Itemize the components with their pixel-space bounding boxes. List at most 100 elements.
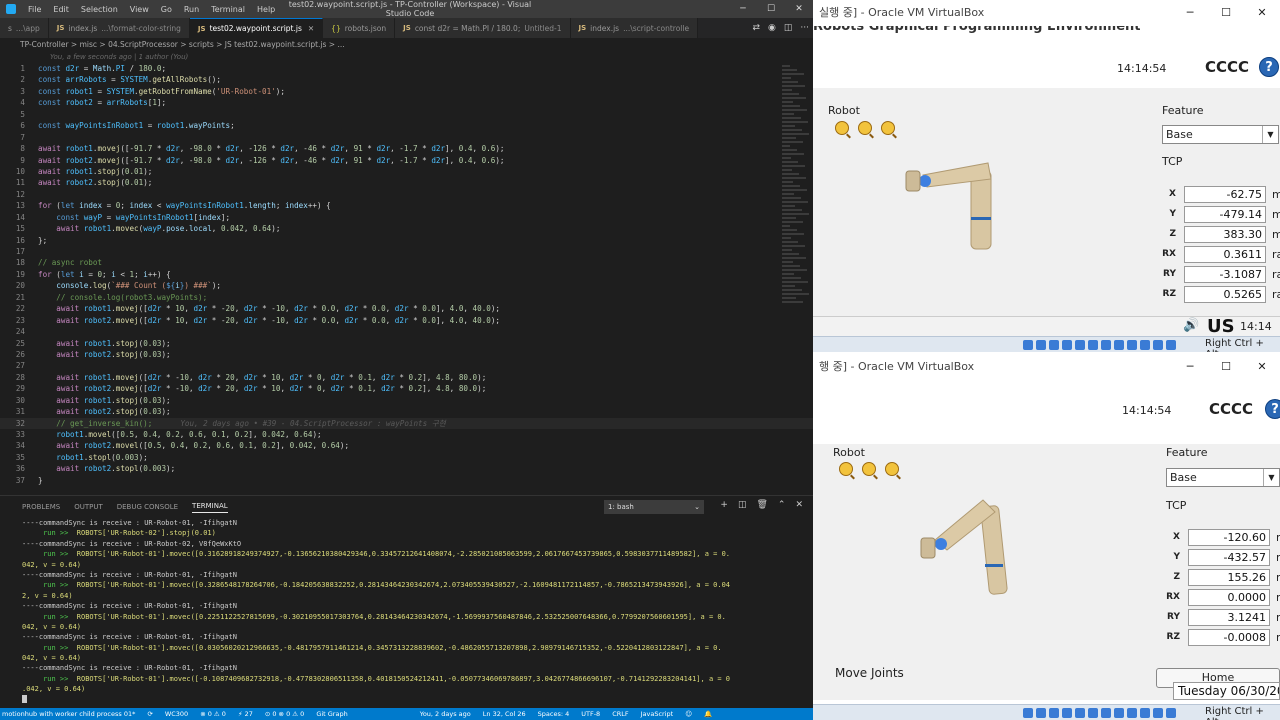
minimap-line	[782, 205, 795, 207]
minimap-line	[782, 253, 799, 255]
codelens-blame[interactable]: You, a few seconds ago | 1 author (You)	[0, 52, 813, 62]
split-terminal-icon[interactable]: ◫	[738, 500, 747, 510]
terminal-select[interactable]: 1: bash ⌄	[604, 500, 704, 514]
feature-select[interactable]: Base ▼	[1162, 125, 1279, 144]
minimize-icon[interactable]: ─	[1172, 0, 1208, 26]
tab-output[interactable]: OUTPUT	[74, 503, 103, 511]
status-item[interactable]: UTF-8	[581, 708, 600, 720]
menu-item-edit[interactable]: Edit	[47, 5, 75, 14]
keyboard-lang[interactable]: US	[1207, 316, 1235, 337]
menu-item-go[interactable]: Go	[155, 5, 178, 14]
maximize-panel-icon[interactable]: ⌃	[778, 500, 786, 510]
minimize-icon[interactable]: ─	[729, 0, 757, 18]
trash-icon[interactable]: 🗑	[756, 500, 767, 510]
vbox-status-icons[interactable]	[1023, 340, 1176, 350]
status-item[interactable]: ⟳	[147, 708, 152, 720]
menu-item-selection[interactable]: Selection	[75, 5, 124, 14]
tcp-value-field[interactable]: 0.0000	[1188, 588, 1270, 606]
tab-description: ...\format-color-string	[101, 23, 181, 33]
tab-problems[interactable]: PROBLEMS	[22, 503, 60, 511]
zoom-in-icon[interactable]	[835, 121, 849, 135]
status-item[interactable]: 🔔	[704, 708, 712, 720]
feature-select[interactable]: Base ▼	[1166, 468, 1280, 487]
robot-3d-view[interactable]	[913, 494, 1013, 604]
menu-item-run[interactable]: Run	[178, 5, 205, 14]
status-item[interactable]: ☺	[685, 708, 692, 720]
tcp-value-field[interactable]: 383.30	[1184, 225, 1266, 243]
minimap-line	[782, 137, 796, 139]
tab-terminal[interactable]: TERMINAL	[192, 502, 228, 513]
status-item[interactable]: ⊙ 0 ⊗ 0 ⚠ 0	[265, 708, 304, 720]
close-icon[interactable]: ✕	[1244, 0, 1280, 26]
status-item[interactable]: ⚡ 27	[238, 708, 253, 720]
tcp-value-field[interactable]: 155.26	[1188, 568, 1270, 586]
terminal-output[interactable]: ----commandSync is receive : UR-Robot-01…	[0, 518, 813, 705]
minimap[interactable]	[780, 63, 812, 491]
editor-tab[interactable]: JS index.js ...\script-controlle	[570, 18, 699, 38]
terminal-cursor	[22, 694, 813, 705]
git-icon[interactable]: ◉	[768, 23, 776, 33]
tcp-value-field[interactable]: 0.5265	[1184, 285, 1266, 303]
split-editor-icon[interactable]: ◫	[784, 23, 793, 33]
tcp-value-field[interactable]: -479.14	[1184, 205, 1266, 223]
breadcrumb[interactable]: TP-Controller > misc > 04.ScriptProcesso…	[0, 38, 813, 52]
tcp-value-field[interactable]: -62.75	[1184, 185, 1266, 203]
vbox-status-icons[interactable]	[1023, 708, 1176, 718]
zoom-fit-icon[interactable]	[858, 121, 872, 135]
add-terminal-icon[interactable]: +	[720, 500, 728, 510]
tcp-value-field[interactable]: -0.0008	[1188, 628, 1270, 646]
code-editor[interactable]: 1 const d2r = Math.PI / 180.0; 2 const arr…	[0, 63, 813, 491]
status-item[interactable]: Ln 32, Col 26	[483, 708, 526, 720]
robot-3d-view[interactable]	[893, 153, 1003, 253]
tcp-unit: rad	[1272, 287, 1280, 301]
compare-icon[interactable]: ⇄	[752, 23, 760, 33]
status-item[interactable]: Git Graph	[316, 708, 347, 720]
minimap-line	[782, 261, 793, 263]
status-item[interactable]: WC300	[165, 708, 188, 720]
status-item[interactable]: Spaces: 4	[538, 708, 570, 720]
tcp-value-field[interactable]: 3.1241	[1188, 608, 1270, 626]
zoom-in-icon[interactable]	[839, 462, 853, 476]
tcp-value-field[interactable]: 0.3611	[1184, 245, 1266, 263]
help-icon[interactable]: ?	[1265, 399, 1280, 419]
close-tab-icon[interactable]: ✕	[308, 24, 314, 33]
status-item[interactable]: You, 2 days ago	[420, 708, 471, 720]
menu-item-view[interactable]: View	[124, 5, 155, 14]
more-actions-icon[interactable]: ···	[800, 23, 809, 33]
editor-tab[interactable]: JS const d2r = Math.PI / 180.0; Untitled-1	[395, 18, 571, 38]
tcp-row-x: X -62.75 mm	[1156, 185, 1280, 203]
tab-debug-console[interactable]: DEBUG CONSOLE	[117, 503, 178, 511]
minimap-line	[782, 141, 803, 143]
tcp-value-field[interactable]: -432.57	[1188, 548, 1270, 566]
menu-item-terminal[interactable]: Terminal	[205, 5, 251, 14]
help-icon[interactable]: ?	[1259, 57, 1279, 77]
minimap-line	[782, 73, 804, 75]
menu-item-file[interactable]: File	[22, 5, 47, 14]
status-item[interactable]: JavaScript	[641, 708, 674, 720]
maximize-icon[interactable]: ☐	[757, 0, 785, 18]
zoom-fit-icon[interactable]	[862, 462, 876, 476]
editor-tab[interactable]: {} robots.json	[323, 18, 396, 38]
minimize-icon[interactable]: ─	[1172, 352, 1208, 382]
close-panel-icon[interactable]: ✕	[795, 500, 803, 510]
minimap-line	[782, 97, 806, 99]
maximize-icon[interactable]: ☐	[1208, 0, 1244, 26]
minimap-line	[782, 197, 801, 199]
status-item[interactable]: CRLF	[612, 708, 628, 720]
tcp-value-field[interactable]: -3.1087	[1184, 265, 1266, 283]
editor-tab[interactable]: JS test02.waypoint.script.js ✕	[189, 18, 324, 38]
editor-tab[interactable]: JS index.js ...\format-color-string	[48, 18, 190, 38]
clock-readout: 14:14:54	[1117, 62, 1167, 75]
inline-blame: You, 2 days ago • #39 - 04.ScriptProcess…	[180, 418, 446, 428]
speaker-icon[interactable]: 🔊	[1183, 318, 1199, 333]
zoom-out-icon[interactable]	[881, 121, 895, 135]
status-item[interactable]: ⊗ 0 ⚠ 0	[200, 708, 226, 720]
close-icon[interactable]: ✕	[785, 0, 813, 18]
editor-tab[interactable]: s ...\app	[0, 18, 49, 38]
close-icon[interactable]: ✕	[1244, 352, 1280, 382]
zoom-out-icon[interactable]	[885, 462, 899, 476]
tcp-value-field[interactable]: -120.60	[1188, 528, 1270, 546]
status-item[interactable]: motionhub with worker child process 01*	[2, 708, 135, 720]
menu-item-help[interactable]: Help	[251, 5, 281, 14]
maximize-icon[interactable]: ☐	[1208, 352, 1244, 382]
